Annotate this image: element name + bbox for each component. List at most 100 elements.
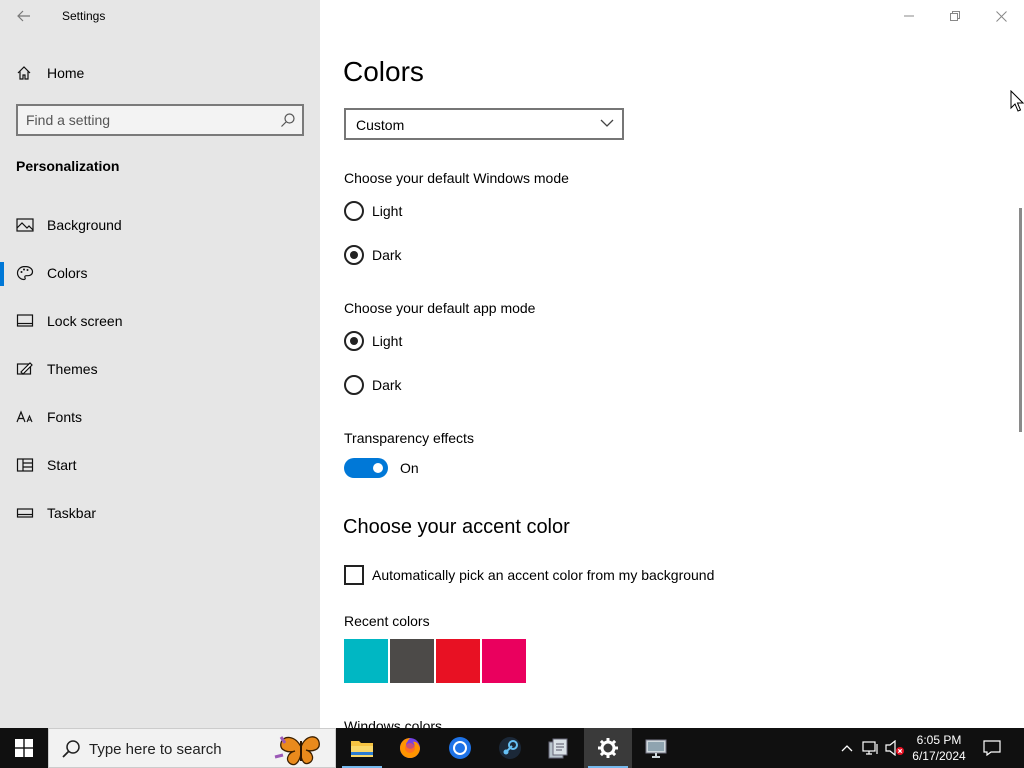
radio-circle (344, 375, 364, 395)
sidebar-item-label: Lock screen (47, 313, 123, 329)
main-content: Colors Custom Choose your default Window… (320, 0, 1024, 728)
scrollbar-thumb[interactable] (1019, 208, 1022, 432)
radio-circle (344, 331, 364, 351)
lock-screen-icon (16, 314, 34, 327)
recent-colors-label: Recent colors (344, 613, 430, 629)
find-setting-input[interactable] (26, 111, 266, 129)
transparency-state: On (400, 460, 419, 476)
auto-accent-checkbox[interactable] (344, 565, 364, 585)
butterfly-icon (274, 736, 320, 766)
back-arrow-icon (17, 10, 30, 22)
app-mode-light-radio[interactable]: Light (344, 329, 544, 353)
chevron-up-icon (841, 745, 853, 752)
transparency-toggle[interactable] (344, 458, 388, 478)
sidebar-item-start[interactable]: Start (0, 446, 320, 494)
taskbar-clock[interactable]: 6:05 PM 6/17/2024 (904, 732, 974, 764)
recent-color-swatch[interactable] (482, 639, 526, 683)
app-mode-label: Choose your default app mode (344, 300, 536, 316)
sidebar-item-label: Colors (47, 265, 88, 281)
taskbar-file-explorer[interactable] (338, 728, 386, 768)
sidebar-item-label: Taskbar (47, 505, 97, 521)
choose-color-dropdown[interactable]: Custom (344, 108, 624, 140)
taskbar-files-app[interactable] (534, 728, 582, 768)
transparency-label: Transparency effects (344, 430, 474, 446)
sidebar-item-themes[interactable]: Themes (0, 350, 320, 398)
windows-mode-label: Choose your default Windows mode (344, 170, 569, 186)
brush-icon (16, 362, 33, 375)
auto-accent-label[interactable]: Automatically pick an accent color from … (372, 567, 714, 583)
recent-color-swatch[interactable] (344, 639, 388, 683)
files-app-icon (548, 738, 568, 759)
section-title: Personalization (16, 158, 120, 174)
notification-icon (983, 740, 1001, 756)
radio-circle (344, 201, 364, 221)
taskbar: Type here to search 6:05 PM 6/17/2024 (0, 728, 1024, 768)
back-button[interactable] (10, 4, 38, 28)
network-icon (862, 741, 878, 755)
radio-label: Dark (372, 377, 402, 393)
firefox-icon (400, 738, 420, 758)
taskbar-steam[interactable] (486, 728, 534, 768)
app-title: Settings (62, 9, 106, 23)
taskbar-settings[interactable] (584, 728, 632, 768)
home-icon (17, 66, 31, 80)
search-icon (62, 740, 80, 758)
start-layout-icon (16, 458, 34, 472)
sidebar-item-label: Fonts (47, 409, 83, 425)
radio-label: Light (372, 333, 403, 349)
sidebar-item-taskbar[interactable]: Taskbar (0, 494, 320, 542)
home-nav-item[interactable]: Home (0, 58, 320, 88)
toggle-knob (373, 463, 383, 473)
find-setting-search-box[interactable] (16, 104, 304, 136)
active-indicator (0, 262, 4, 286)
sidebar-item-colors[interactable]: Colors (0, 254, 320, 302)
steam-icon (499, 737, 521, 759)
recent-color-swatch[interactable] (436, 639, 480, 683)
dropdown-value: Custom (356, 117, 405, 133)
search-icon[interactable] (280, 112, 296, 128)
taskbar-display-app[interactable] (632, 728, 680, 768)
radio-label: Dark (372, 247, 402, 263)
radio-circle (344, 245, 364, 265)
radio-label: Light (372, 203, 403, 219)
clock-time: 6:05 PM (916, 733, 962, 747)
windows-mode-dark-radio[interactable]: Dark (344, 243, 544, 267)
show-hidden-icons-button[interactable] (838, 728, 856, 768)
windows-colors-label: Windows colors (344, 718, 443, 728)
palette-icon (16, 265, 34, 281)
taskbar-chrome[interactable] (436, 728, 484, 768)
file-explorer-icon (351, 741, 373, 757)
taskbar-search-placeholder: Type here to search (89, 741, 222, 758)
home-label: Home (47, 65, 85, 81)
volume-button[interactable] (884, 728, 906, 768)
taskbar-icon (16, 508, 34, 518)
radio-selected-dot (350, 251, 358, 259)
settings-icon (598, 738, 618, 758)
mouse-cursor-icon (1010, 90, 1024, 112)
taskbar-search-box[interactable]: Type here to search (48, 728, 336, 768)
sidebar-item-fonts[interactable]: Fonts (0, 398, 320, 446)
image-icon (16, 218, 34, 232)
windows-mode-light-radio[interactable]: Light (344, 199, 544, 223)
taskbar-firefox[interactable] (386, 728, 434, 768)
start-button[interactable] (0, 728, 48, 768)
page-title: Colors (343, 56, 424, 87)
app-mode-dark-radio[interactable]: Dark (344, 373, 544, 397)
sidebar-item-label: Background (47, 217, 122, 233)
chrome-icon (449, 737, 471, 759)
network-button[interactable] (860, 728, 882, 768)
sidebar-item-background[interactable]: Background (0, 206, 320, 254)
chevron-down-icon (600, 119, 614, 127)
sidebar: Settings Home Personalization Background… (0, 0, 320, 728)
radio-selected-dot (350, 337, 358, 345)
accent-color-heading: Choose your accent color (343, 516, 570, 538)
clock-date: 6/17/2024 (912, 749, 966, 763)
sidebar-item-label: Start (47, 457, 77, 473)
windows-logo-icon (15, 739, 33, 757)
sidebar-item-lock-screen[interactable]: Lock screen (0, 302, 320, 350)
recent-color-swatch[interactable] (390, 639, 434, 683)
sidebar-item-label: Themes (47, 361, 98, 377)
font-icon (16, 410, 33, 423)
display-app-icon (645, 739, 667, 758)
action-center-button[interactable] (980, 728, 1004, 768)
